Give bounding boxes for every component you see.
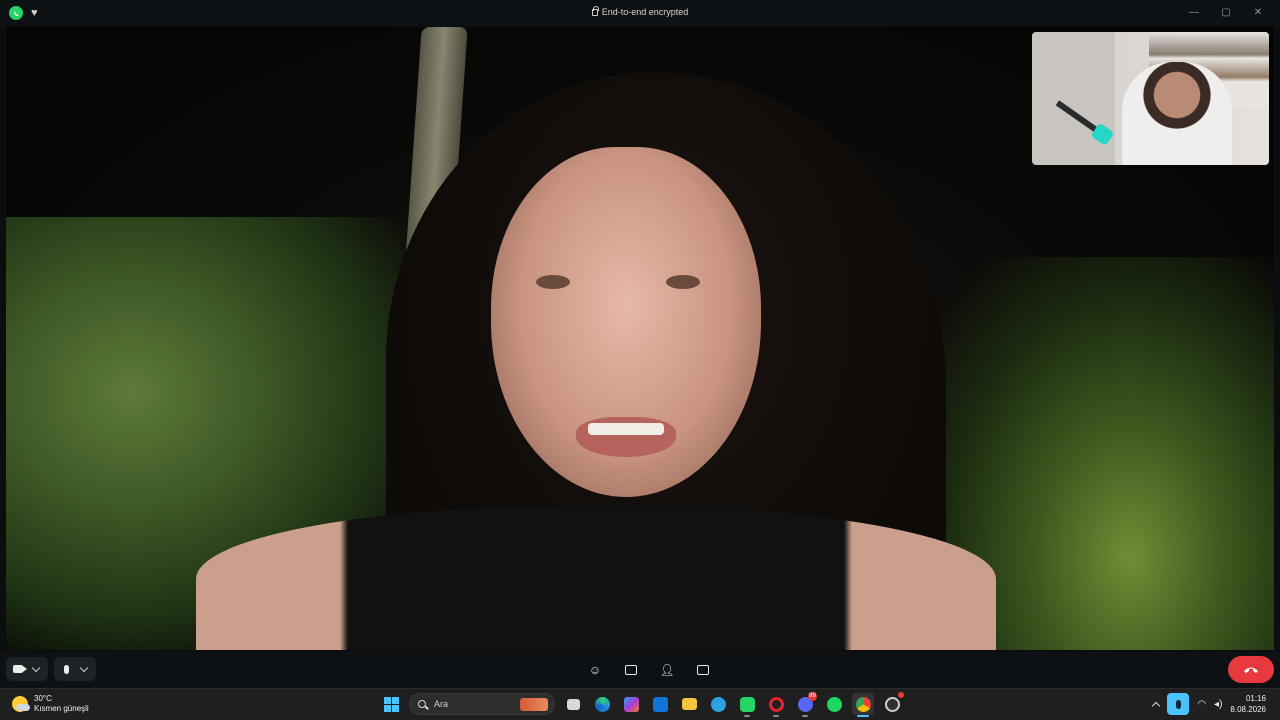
discord-badge: 99: [808, 692, 817, 701]
close-button[interactable]: ✕: [1242, 3, 1274, 21]
search-placeholder: Ara: [434, 699, 449, 709]
clock-date: 8.08.2026: [1230, 705, 1266, 714]
whatsapp-call-window: ♥ End-to-end encrypted — ▢ ✕ ☺ 👤︎: [0, 0, 1280, 688]
telegram-icon[interactable]: [707, 693, 729, 715]
windows-taskbar: 30°C Kısmen güneşli Ara 99 ◠ ◂) 01:16 8.…: [0, 688, 1280, 720]
obs-recording-dot: [898, 692, 904, 698]
encryption-text: End-to-end encrypted: [601, 7, 689, 17]
partly-sunny-icon: [12, 696, 30, 712]
screen-share-icon[interactable]: [621, 660, 641, 680]
volume-icon[interactable]: ◂): [1214, 699, 1222, 710]
folder-icon[interactable]: [678, 693, 700, 715]
obs-icon[interactable]: [881, 692, 904, 715]
microphone-icon: [60, 663, 72, 675]
chrome-icon[interactable]: [852, 693, 874, 717]
remote-participant-shoulders: [196, 507, 996, 650]
emoji-icon[interactable]: ☺: [585, 660, 605, 680]
clock-time: 01:16: [1245, 694, 1266, 703]
task-view-icon[interactable]: [562, 693, 584, 715]
whatsapp-taskbar-icon[interactable]: [736, 693, 758, 717]
end-call-icon: [1244, 667, 1258, 673]
eye: [666, 275, 700, 289]
add-person-icon[interactable]: 👤︎: [657, 660, 677, 680]
camera-toggle[interactable]: [6, 657, 48, 681]
spotify-icon[interactable]: [823, 693, 845, 715]
system-tray: ◠ ◂) 01:16 8.08.2026: [1152, 693, 1266, 715]
search-highlight-icon: [520, 698, 548, 711]
weather-condition: Kısmen güneşli: [34, 704, 89, 713]
start-button[interactable]: [380, 693, 402, 715]
title-bar: ♥ End-to-end encrypted — ▢ ✕: [0, 0, 1280, 26]
self-view-video[interactable]: [1032, 32, 1269, 165]
windows-icon: [383, 696, 399, 712]
weather-widget[interactable]: 30°C Kısmen güneşli: [12, 694, 89, 714]
outlook-icon[interactable]: [649, 693, 671, 715]
self-view-participant: [1122, 62, 1232, 165]
edge-icon[interactable]: [591, 693, 613, 715]
clock[interactable]: 01:16 8.08.2026: [1230, 693, 1266, 715]
microphone-in-use-icon[interactable]: [1167, 693, 1190, 715]
weather-temp: 30°C: [34, 694, 52, 703]
eye: [536, 275, 570, 289]
remote-participant-face: [491, 147, 761, 497]
search-icon: [418, 700, 426, 708]
chevron-up-icon[interactable]: [1152, 701, 1161, 710]
opera-icon[interactable]: [765, 693, 787, 717]
copilot-icon[interactable]: [620, 693, 642, 715]
encryption-notice: End-to-end encrypted: [0, 6, 1280, 17]
camera-icon: [12, 663, 27, 675]
lock-icon: [591, 6, 599, 16]
maximize-button[interactable]: ▢: [1210, 3, 1242, 21]
call-controls-bar: ☺ 👤︎: [0, 652, 1280, 688]
mouth: [576, 417, 676, 457]
taskbar-search[interactable]: Ara: [409, 693, 555, 715]
wifi-icon[interactable]: ◠: [1197, 699, 1206, 710]
menu-icon[interactable]: [693, 660, 713, 680]
chevron-down-icon[interactable]: [78, 663, 90, 675]
microphone-toggle[interactable]: [54, 657, 96, 681]
minimize-button[interactable]: —: [1178, 3, 1210, 21]
discord-icon[interactable]: 99: [794, 692, 817, 717]
self-view-microphone: [1055, 100, 1109, 140]
chevron-down-icon[interactable]: [30, 663, 42, 675]
end-call-button[interactable]: [1228, 656, 1274, 683]
